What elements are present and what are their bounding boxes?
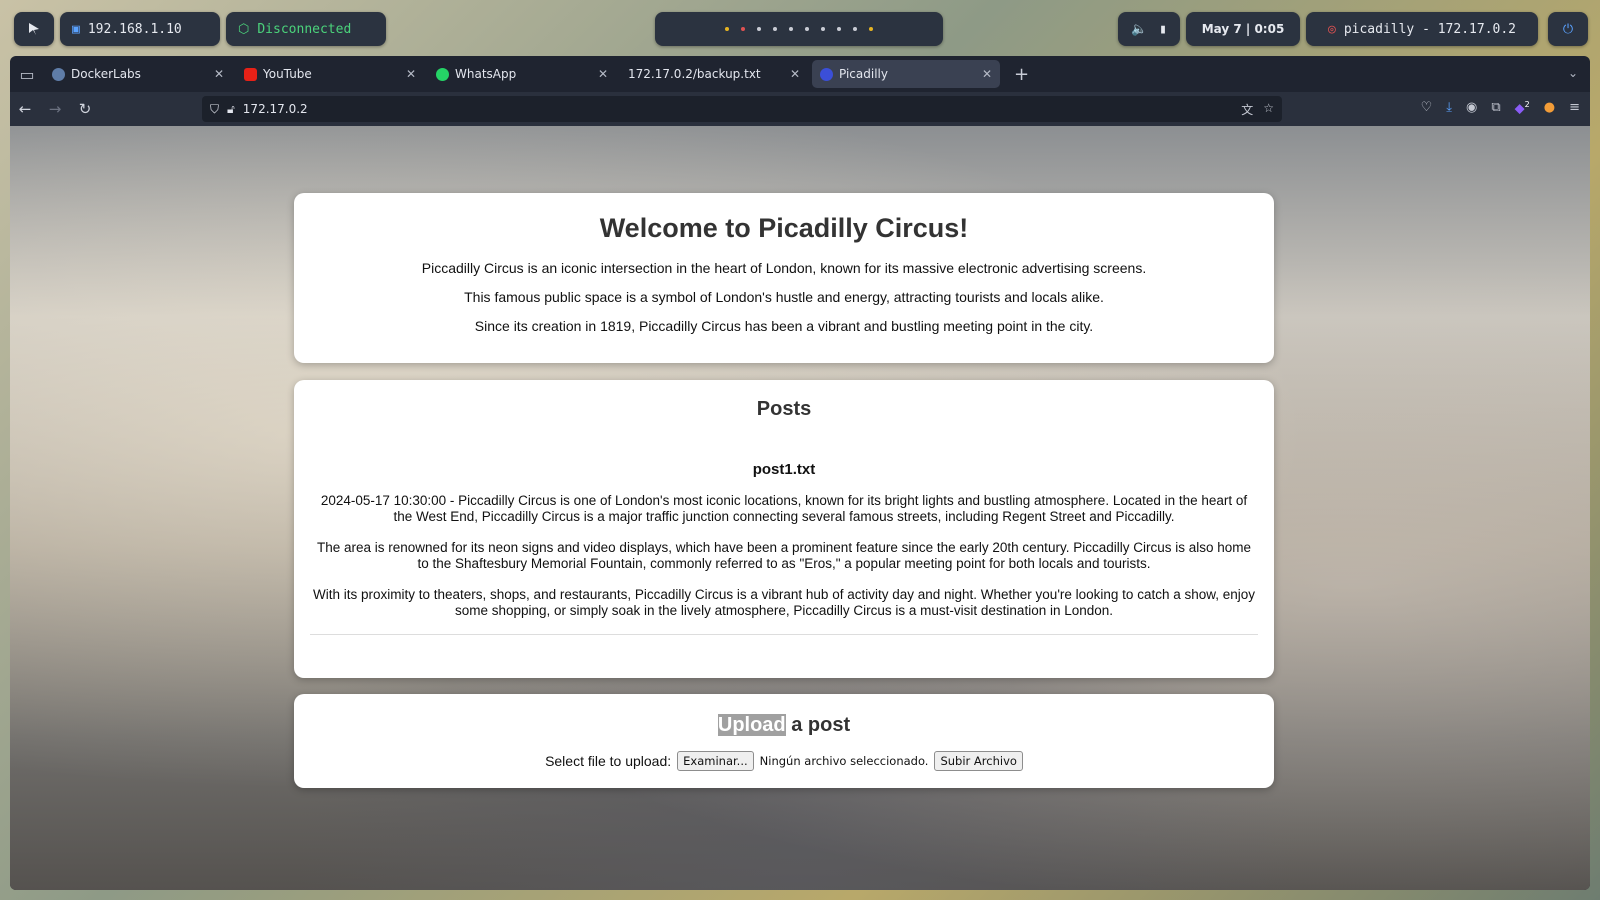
clock: May 7 | 0:05 — [1186, 12, 1300, 46]
bookmark-star-icon[interactable]: ☆ — [1263, 101, 1274, 118]
power-icon[interactable]: ⏻ — [1548, 12, 1588, 46]
welcome-card: Welcome to Picadilly Circus! Piccadilly … — [294, 193, 1274, 363]
pocket-icon[interactable]: ♡ — [1421, 100, 1433, 116]
target-widget: ◎ picadilly - 172.17.0.2 — [1306, 12, 1538, 46]
workspace-dot[interactable] — [869, 27, 873, 31]
close-icon[interactable]: ✕ — [598, 67, 608, 81]
reload-icon[interactable]: ↻ — [70, 100, 100, 118]
extensions-icon[interactable]: ⧉ — [1491, 100, 1500, 116]
forward-icon[interactable]: → — [40, 100, 70, 118]
navigation-bar: ← → ↻ ⛉ 🔓︎ 172.17.0.2 文 ☆ ♡ ⤓ ◉ ⧉ ◆2 ● ≡ — [10, 92, 1590, 126]
tab-label: DockerLabs — [71, 67, 141, 81]
workspace-dot[interactable] — [773, 27, 777, 31]
tab-list-icon[interactable]: ▭ — [10, 56, 44, 92]
workspace-dot[interactable] — [789, 27, 793, 31]
tab-backup-txt[interactable]: 172.17.0.2/backup.txt ✕ — [620, 60, 808, 88]
os-logo-icon[interactable] — [14, 12, 54, 46]
close-icon[interactable]: ✕ — [406, 67, 416, 81]
chevron-down-icon[interactable]: ⌄ — [1568, 66, 1578, 80]
tab-label: Picadilly — [839, 67, 888, 81]
welcome-paragraph: This famous public space is a symbol of … — [464, 289, 1104, 305]
welcome-paragraph: Piccadilly Circus is an iconic intersect… — [421, 260, 1147, 276]
workspace-dot[interactable] — [853, 27, 857, 31]
tab-label: 172.17.0.2/backup.txt — [628, 67, 761, 81]
menu-icon[interactable]: ≡ — [1569, 100, 1580, 116]
post-paragraph: 2024-05-17 10:30:00 - Piccadilly Circus … — [320, 493, 1248, 524]
extension-badge-count: 2 — [1524, 100, 1530, 109]
post-title: post1.txt — [752, 461, 816, 478]
workspace-dot[interactable] — [757, 27, 761, 31]
monitor-icon: ▣ — [72, 21, 80, 37]
tab-picadilly[interactable]: Picadilly ✕ — [812, 60, 1000, 88]
tab-label: WhatsApp — [455, 67, 517, 81]
system-top-bar: ▣ 192.168.1.10 ⬡ Disconnected 🔈 ▮ May 7 … — [0, 10, 1600, 48]
tab-strip: ▭ DockerLabs ✕ YouTube ✕ WhatsApp ✕ 172.… — [10, 56, 1590, 92]
translate-icon[interactable]: 文 — [1241, 101, 1253, 118]
back-icon[interactable]: ← — [10, 100, 40, 118]
post-paragraph: With its proximity to theaters, shops, a… — [312, 587, 1256, 618]
upload-card: Upload a post Select file to upload: Exa… — [294, 694, 1274, 788]
upload-form: Select file to upload: Examinar... Ningú… — [294, 751, 1274, 771]
upload-label: Select file to upload: — [545, 753, 672, 769]
upload-heading: Upload a post — [294, 714, 1274, 737]
posts-heading: Posts — [756, 398, 812, 420]
target-label: picadilly - 172.17.0.2 — [1343, 21, 1516, 37]
whatsapp-favicon-icon — [436, 67, 449, 81]
submit-upload-button[interactable]: Subir Archivo — [934, 751, 1023, 771]
battery-icon: ▮ — [1159, 21, 1167, 37]
audio-battery-widget[interactable]: 🔈 ▮ — [1118, 12, 1180, 46]
account-icon[interactable]: ◉ — [1466, 100, 1477, 116]
close-icon[interactable]: ✕ — [982, 67, 992, 81]
post-divider — [310, 634, 1258, 635]
workspace-dot[interactable] — [821, 27, 825, 31]
browser-window: ▭ DockerLabs ✕ YouTube ✕ WhatsApp ✕ 172.… — [10, 56, 1590, 890]
post-paragraph: The area is renowned for its neon signs … — [317, 540, 1251, 571]
welcome-paragraph: Since its creation in 1819, Piccadilly C… — [474, 318, 1094, 334]
target-icon: ◎ — [1327, 21, 1336, 37]
url-text[interactable]: 172.17.0.2 — [243, 102, 308, 116]
foxyproxy-icon[interactable]: ● — [1544, 100, 1555, 116]
browse-file-button[interactable]: Examinar... — [677, 751, 754, 771]
volume-icon[interactable]: 🔈 — [1131, 22, 1147, 37]
workspace-dot[interactable] — [741, 27, 745, 31]
vpn-status: Disconnected — [257, 21, 352, 37]
toolbar-right: ♡ ⤓ ◉ ⧉ ◆2 ● ≡ — [1421, 100, 1580, 116]
tab-whatsapp[interactable]: WhatsApp ✕ — [428, 60, 616, 88]
upload-heading-rest: a post — [785, 714, 851, 736]
page-title: Welcome to Picadilly Circus! — [599, 213, 969, 243]
page-viewport: Welcome to Picadilly Circus! Piccadilly … — [10, 126, 1590, 890]
file-status-text: Ningún archivo seleccionado. — [759, 754, 929, 768]
extension-badge-icon[interactable]: ◆2 — [1515, 100, 1530, 116]
vpn-widget: ⬡ Disconnected — [226, 12, 386, 46]
dockerlabs-favicon-icon — [52, 67, 65, 81]
lock-icon[interactable]: 🔓︎ — [227, 102, 235, 117]
new-tab-button[interactable]: + — [1004, 64, 1039, 85]
address-bar[interactable]: ⛉ 🔓︎ 172.17.0.2 文 ☆ — [202, 96, 1282, 122]
tab-label: YouTube — [263, 67, 312, 81]
close-icon[interactable]: ✕ — [214, 67, 224, 81]
cube-icon: ⬡ — [238, 21, 250, 37]
youtube-favicon-icon — [244, 67, 257, 81]
globe-favicon-icon — [820, 67, 833, 81]
ip-address: 192.168.1.10 — [87, 21, 182, 37]
close-icon[interactable]: ✕ — [790, 67, 800, 81]
tab-dockerlabs[interactable]: DockerLabs ✕ — [44, 60, 232, 88]
shield-icon[interactable]: ⛉ — [210, 102, 219, 117]
workspace-dot[interactable] — [725, 27, 729, 31]
tab-youtube[interactable]: YouTube ✕ — [236, 60, 424, 88]
workspace-dot[interactable] — [805, 27, 809, 31]
upload-heading-highlight: Upload — [717, 714, 786, 736]
workspace-dot[interactable] — [837, 27, 841, 31]
post-item: post1.txt 2024-05-17 10:30:00 - Piccadil… — [310, 461, 1258, 635]
download-icon[interactable]: ⤓ — [1446, 100, 1452, 116]
ip-widget: ▣ 192.168.1.10 — [60, 12, 220, 46]
workspace-switcher[interactable] — [655, 12, 943, 46]
posts-card: Posts post1.txt 2024-05-17 10:30:00 - Pi… — [294, 380, 1274, 678]
